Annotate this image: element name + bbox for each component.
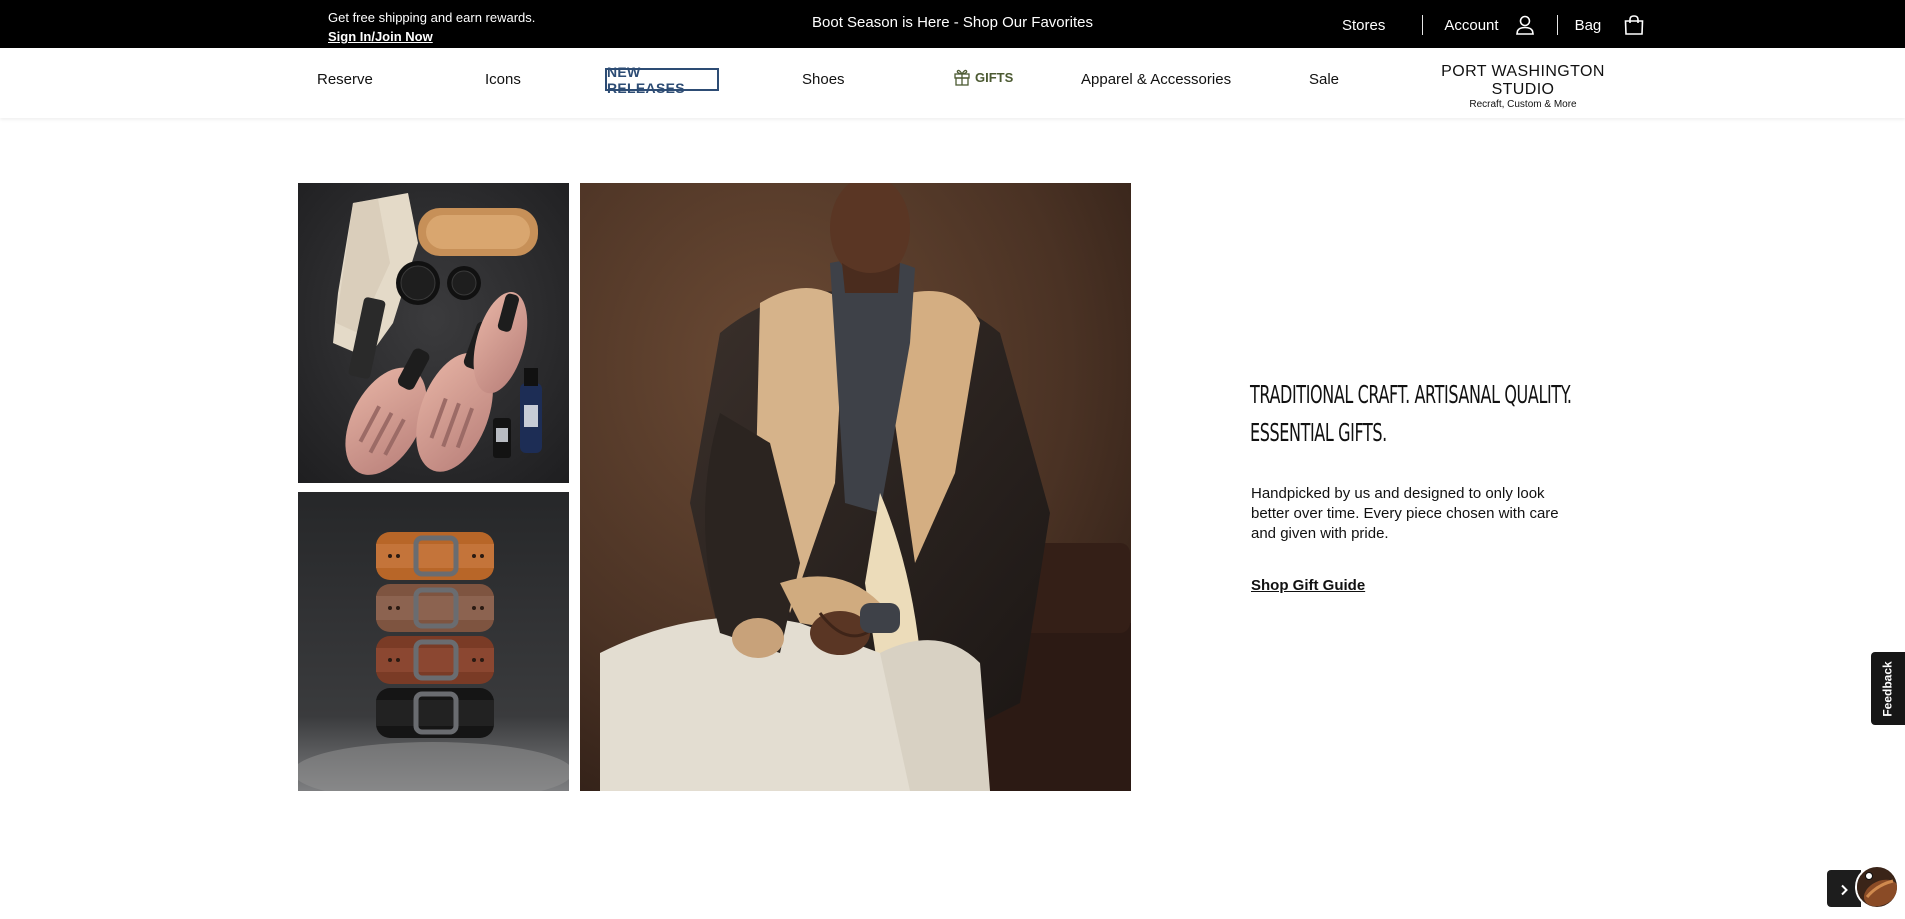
nav-gifts[interactable]: GIFTS [953, 68, 1013, 86]
announcement-link[interactable]: Boot Season is Here - Shop Our Favorites [812, 14, 1093, 31]
nav-shoes[interactable]: Shoes [802, 71, 845, 88]
shop-gift-guide-link[interactable]: Shop Gift Guide [1251, 577, 1365, 594]
port-washington-studio-link[interactable]: PORT WASHINGTON STUDIO Recraft, Custom &… [1421, 63, 1625, 110]
main-navigation: Reserve Icons NEW RELEASES Shoes GIFTS A… [0, 48, 1905, 118]
feedback-tab[interactable]: Feedback [1871, 652, 1905, 725]
chevron-right-icon [1838, 883, 1850, 895]
chat-avatar-icon[interactable] [1855, 865, 1899, 909]
top-announcement-bar: Get free shipping and earn rewards. Sign… [0, 0, 1905, 48]
headline-line-1: TRADITIONAL CRAFT. ARTISANAL QUALITY. [1250, 380, 1572, 409]
gift-headline: TRADITIONAL CRAFT. ARTISANAL QUALITY. ES… [1250, 376, 1572, 452]
stacked-belts-image[interactable] [298, 492, 569, 791]
nav-gifts-label: GIFTS [975, 69, 1014, 85]
sign-in-join-link[interactable]: Sign In/Join Now [328, 27, 535, 46]
feedback-label: Feedback [1881, 660, 1896, 717]
gift-description: Handpicked by us and designed to only lo… [1251, 485, 1559, 542]
shoe-care-kit-image[interactable] [298, 183, 569, 483]
user-icon [1514, 14, 1536, 36]
bag-label: Bag [1574, 16, 1602, 34]
brand-subtitle: Recraft, Custom & More [1469, 99, 1577, 110]
nav-reserve[interactable]: Reserve [317, 71, 373, 88]
bag-link[interactable]: Bag [1575, 14, 1646, 36]
shopping-bag-icon [1623, 14, 1645, 36]
nav-new-releases[interactable]: NEW RELEASES [605, 64, 719, 96]
account-label: Account [1444, 16, 1499, 34]
nav-sale[interactable]: Sale [1309, 71, 1339, 88]
headline-line-2: ESSENTIAL GIFTS. [1250, 418, 1387, 447]
stores-label: Stores [1342, 16, 1386, 34]
account-link[interactable]: Account [1444, 14, 1535, 36]
promo-text: Get free shipping and earn rewards. [328, 10, 536, 25]
nav-icons[interactable]: Icons [485, 71, 521, 88]
utility-nav: Stores Account Bag [1342, 14, 1645, 36]
stores-link[interactable]: Stores [1342, 17, 1385, 34]
nav-apparel-accessories[interactable]: Apparel & Accessories [1081, 71, 1231, 88]
rewards-promo: Get free shipping and earn rewards. Sign… [328, 8, 535, 46]
shearling-jacket-model-image[interactable] [580, 183, 1131, 791]
divider [1422, 15, 1424, 35]
brand-title: PORT WASHINGTON STUDIO [1441, 63, 1605, 98]
gift-icon [953, 68, 971, 86]
divider [1556, 15, 1558, 35]
